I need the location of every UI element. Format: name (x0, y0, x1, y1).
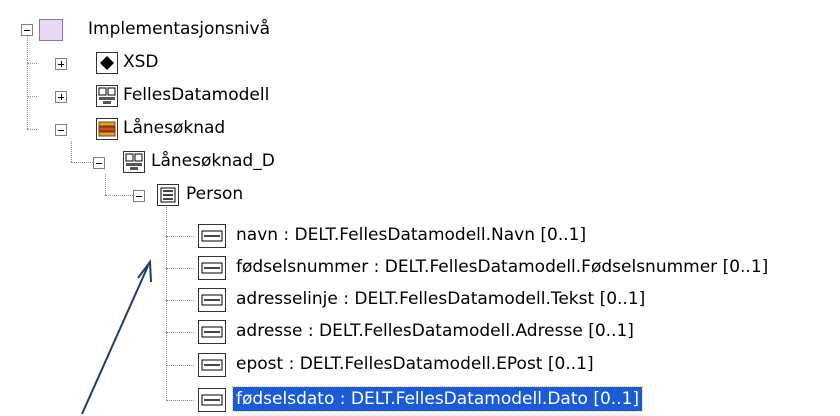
annotation-arrow (81, 259, 152, 414)
